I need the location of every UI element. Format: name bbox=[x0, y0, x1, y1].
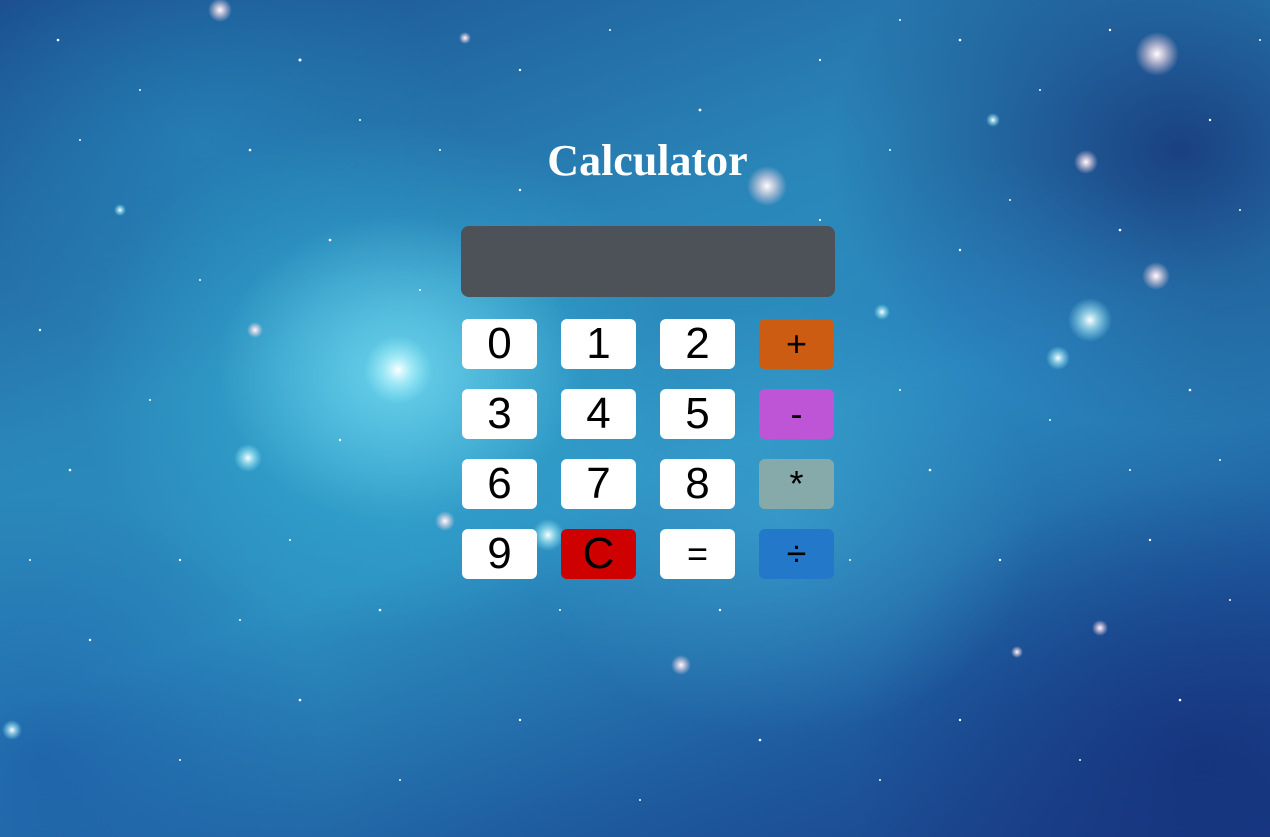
digit-6-button[interactable]: 6 bbox=[462, 459, 537, 509]
bright-stars bbox=[2, 0, 1179, 740]
digit-9-button[interactable]: 9 bbox=[462, 529, 537, 579]
multiply-button[interactable]: * bbox=[759, 459, 834, 509]
digit-3-button[interactable]: 3 bbox=[462, 389, 537, 439]
digit-7-button[interactable]: 7 bbox=[561, 459, 636, 509]
digit-8-button[interactable]: 8 bbox=[660, 459, 735, 509]
calculator-display[interactable] bbox=[461, 226, 835, 297]
digit-1-button[interactable]: 1 bbox=[561, 319, 636, 369]
digit-2-button[interactable]: 2 bbox=[660, 319, 735, 369]
clear-button[interactable]: C bbox=[561, 529, 636, 579]
equals-button[interactable]: = bbox=[660, 529, 735, 579]
page-title: Calculator bbox=[547, 136, 748, 185]
digit-4-button[interactable]: 4 bbox=[561, 389, 636, 439]
divide-button[interactable]: ÷ bbox=[759, 529, 834, 579]
add-button[interactable]: + bbox=[759, 319, 834, 369]
subtract-button[interactable]: - bbox=[759, 389, 834, 439]
digit-5-button[interactable]: 5 bbox=[660, 389, 735, 439]
digit-0-button[interactable]: 0 bbox=[462, 319, 537, 369]
